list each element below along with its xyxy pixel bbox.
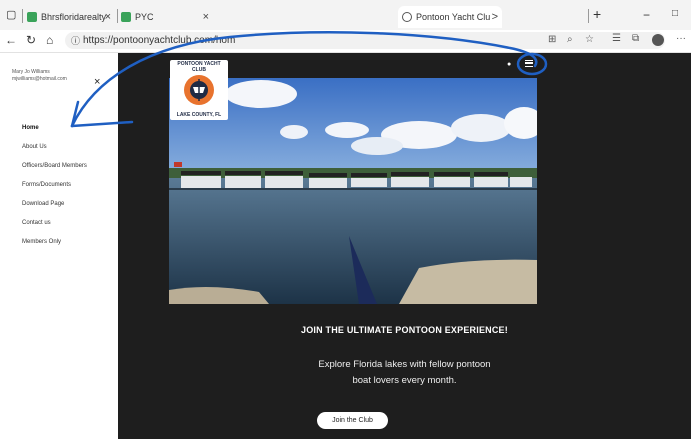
tab-pyc[interactable]: PYC × — [121, 6, 213, 28]
refresh-icon[interactable]: ↻ — [26, 33, 36, 47]
account-icon[interactable]: ● — [507, 61, 511, 68]
close-drawer-button[interactable]: × — [94, 76, 100, 88]
sidebar-item-about-us[interactable]: About Us — [22, 144, 47, 150]
sidebar-item-download[interactable]: Download Page — [22, 201, 64, 207]
hero-subtext: Explore Florida lakes with fellow pontoo… — [118, 357, 691, 389]
tab-actions-icon[interactable]: ▢ — [6, 8, 16, 21]
tab-pontoon-yacht-club[interactable]: Pontoon Yacht Clu > — [398, 6, 502, 28]
tab-separator — [588, 9, 589, 23]
favorites-icon[interactable]: ☰ — [612, 33, 621, 44]
tab-separator — [22, 9, 23, 23]
address-bar[interactable]: ⓘ https://pontoonyachtclub.com/hom ⊞ ⌕ ☆ — [65, 32, 665, 49]
globe-icon — [402, 12, 412, 22]
app-available-icon[interactable]: ⊞ — [548, 34, 556, 45]
user-info: Mary Jo Williams mjwilliams@hotmail.com — [12, 69, 67, 83]
tab-label: Bhrsfloridarealty — [41, 12, 107, 22]
tab-label: Pontoon Yacht Clu — [416, 12, 491, 22]
hamburger-menu-icon[interactable] — [525, 60, 533, 67]
tab-scroll-icon[interactable]: > — [492, 11, 498, 23]
sidebar-item-contact[interactable]: Contact us — [22, 220, 51, 226]
url-text: https://pontoonyachtclub.com/hom — [83, 35, 236, 46]
club-logo: PONTOON YACHT CLUB LAKE COUNTY, FL — [170, 60, 228, 120]
user-name: Mary Jo Williams — [12, 69, 50, 75]
tab-bhrsflorida[interactable]: Bhrsfloridarealty × — [27, 6, 115, 28]
collections-icon[interactable]: ⧉ — [632, 33, 639, 44]
minimize-button[interactable]: − — [643, 8, 650, 22]
join-the-club-button[interactable]: Join the Club — [317, 412, 388, 429]
favorite-star-icon[interactable]: ☆ — [585, 34, 594, 45]
main-content: ● PONTOON YACHT CLUB LAKE COUNTY, FL JOI… — [118, 53, 691, 439]
hero-headline: JOIN THE ULTIMATE PONTOON EXPERIENCE! — [301, 325, 508, 335]
sidebar-item-forms[interactable]: Forms/Documents — [22, 182, 71, 188]
tab-close-icon[interactable]: × — [105, 11, 111, 23]
restore-button[interactable]: □ — [672, 8, 678, 19]
logo-bottom-text: LAKE COUNTY, FL — [176, 112, 222, 118]
tab-label: PYC — [135, 12, 154, 22]
browser-tab-bar: ▢ Bhrsfloridarealty × PYC × Pontoon Yach… — [0, 0, 691, 30]
zoom-icon[interactable]: ⌕ — [567, 34, 573, 45]
sidebar-item-members-only[interactable]: Members Only — [22, 239, 61, 245]
sidebar-item-officers[interactable]: Officers/Board Members — [22, 163, 87, 169]
more-menu-icon[interactable]: ··· — [676, 33, 686, 44]
back-arrow-icon[interactable]: ← — [5, 33, 17, 47]
realty-favicon-icon — [27, 12, 37, 22]
tab-separator — [117, 9, 118, 23]
hero-subtext-line-2: boat lovers every month. — [352, 375, 457, 386]
tab-close-icon[interactable]: × — [203, 11, 209, 23]
logo-top-text: PONTOON YACHT CLUB — [177, 61, 221, 73]
pyc-favicon-icon — [121, 12, 131, 22]
sidebar-drawer: Mary Jo Williams mjwilliams@hotmail.com … — [0, 53, 118, 439]
new-tab-button[interactable]: + — [593, 6, 601, 22]
home-icon[interactable]: ⌂ — [46, 33, 53, 47]
hero-subtext-line-1: Explore Florida lakes with fellow pontoo… — [318, 359, 491, 370]
sidebar-item-home[interactable]: Home — [22, 125, 39, 131]
profile-avatar[interactable] — [652, 34, 664, 46]
address-bar-row: ← ↻ ⌂ ⓘ https://pontoonyachtclub.com/hom… — [0, 30, 691, 53]
site-info-icon[interactable]: ⓘ — [71, 34, 80, 47]
user-email: mjwilliams@hotmail.com — [12, 76, 67, 82]
